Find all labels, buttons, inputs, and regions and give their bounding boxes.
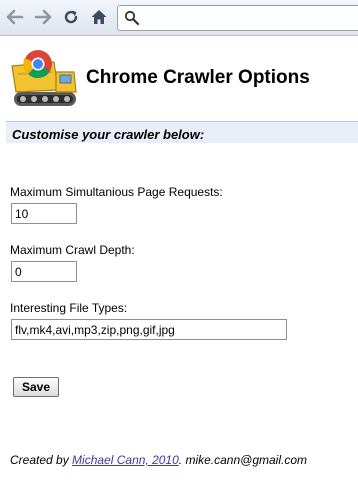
page-header: Chrome Crawler Options — [0, 44, 358, 112]
author-link[interactable]: Michael Cann, 2010 — [72, 453, 179, 467]
search-icon — [124, 10, 140, 26]
file-types-input[interactable] — [11, 319, 287, 340]
home-icon — [91, 10, 107, 24]
forward-button[interactable] — [32, 6, 54, 28]
reload-icon — [64, 10, 78, 24]
footer-prefix: Created by — [10, 453, 73, 467]
save-button[interactable]: Save — [13, 377, 59, 397]
max-requests-label: Maximum Simultanious Page Requests: — [10, 185, 223, 199]
back-button[interactable] — [4, 6, 26, 28]
footer-credit: Created by Michael Cann, 2010. mike.cann… — [10, 453, 307, 467]
page-title: Chrome Crawler Options — [86, 67, 310, 88]
footer-email: . mike.cann@gmail.com — [178, 453, 308, 467]
section-banner: Customise your crawler below: — [6, 121, 358, 143]
chrome-crawler-logo — [11, 50, 77, 106]
browser-toolbar — [0, 0, 358, 36]
arrow-left-icon — [6, 9, 24, 25]
max-depth-input[interactable] — [11, 261, 77, 282]
max-requests-input[interactable] — [11, 203, 77, 224]
address-bar[interactable] — [117, 5, 358, 31]
file-types-label: Interesting File Types: — [10, 301, 128, 315]
max-depth-label: Maximum Crawl Depth: — [10, 243, 135, 257]
reload-button[interactable] — [60, 6, 82, 28]
arrow-right-icon — [34, 9, 52, 25]
home-button[interactable] — [88, 6, 110, 28]
